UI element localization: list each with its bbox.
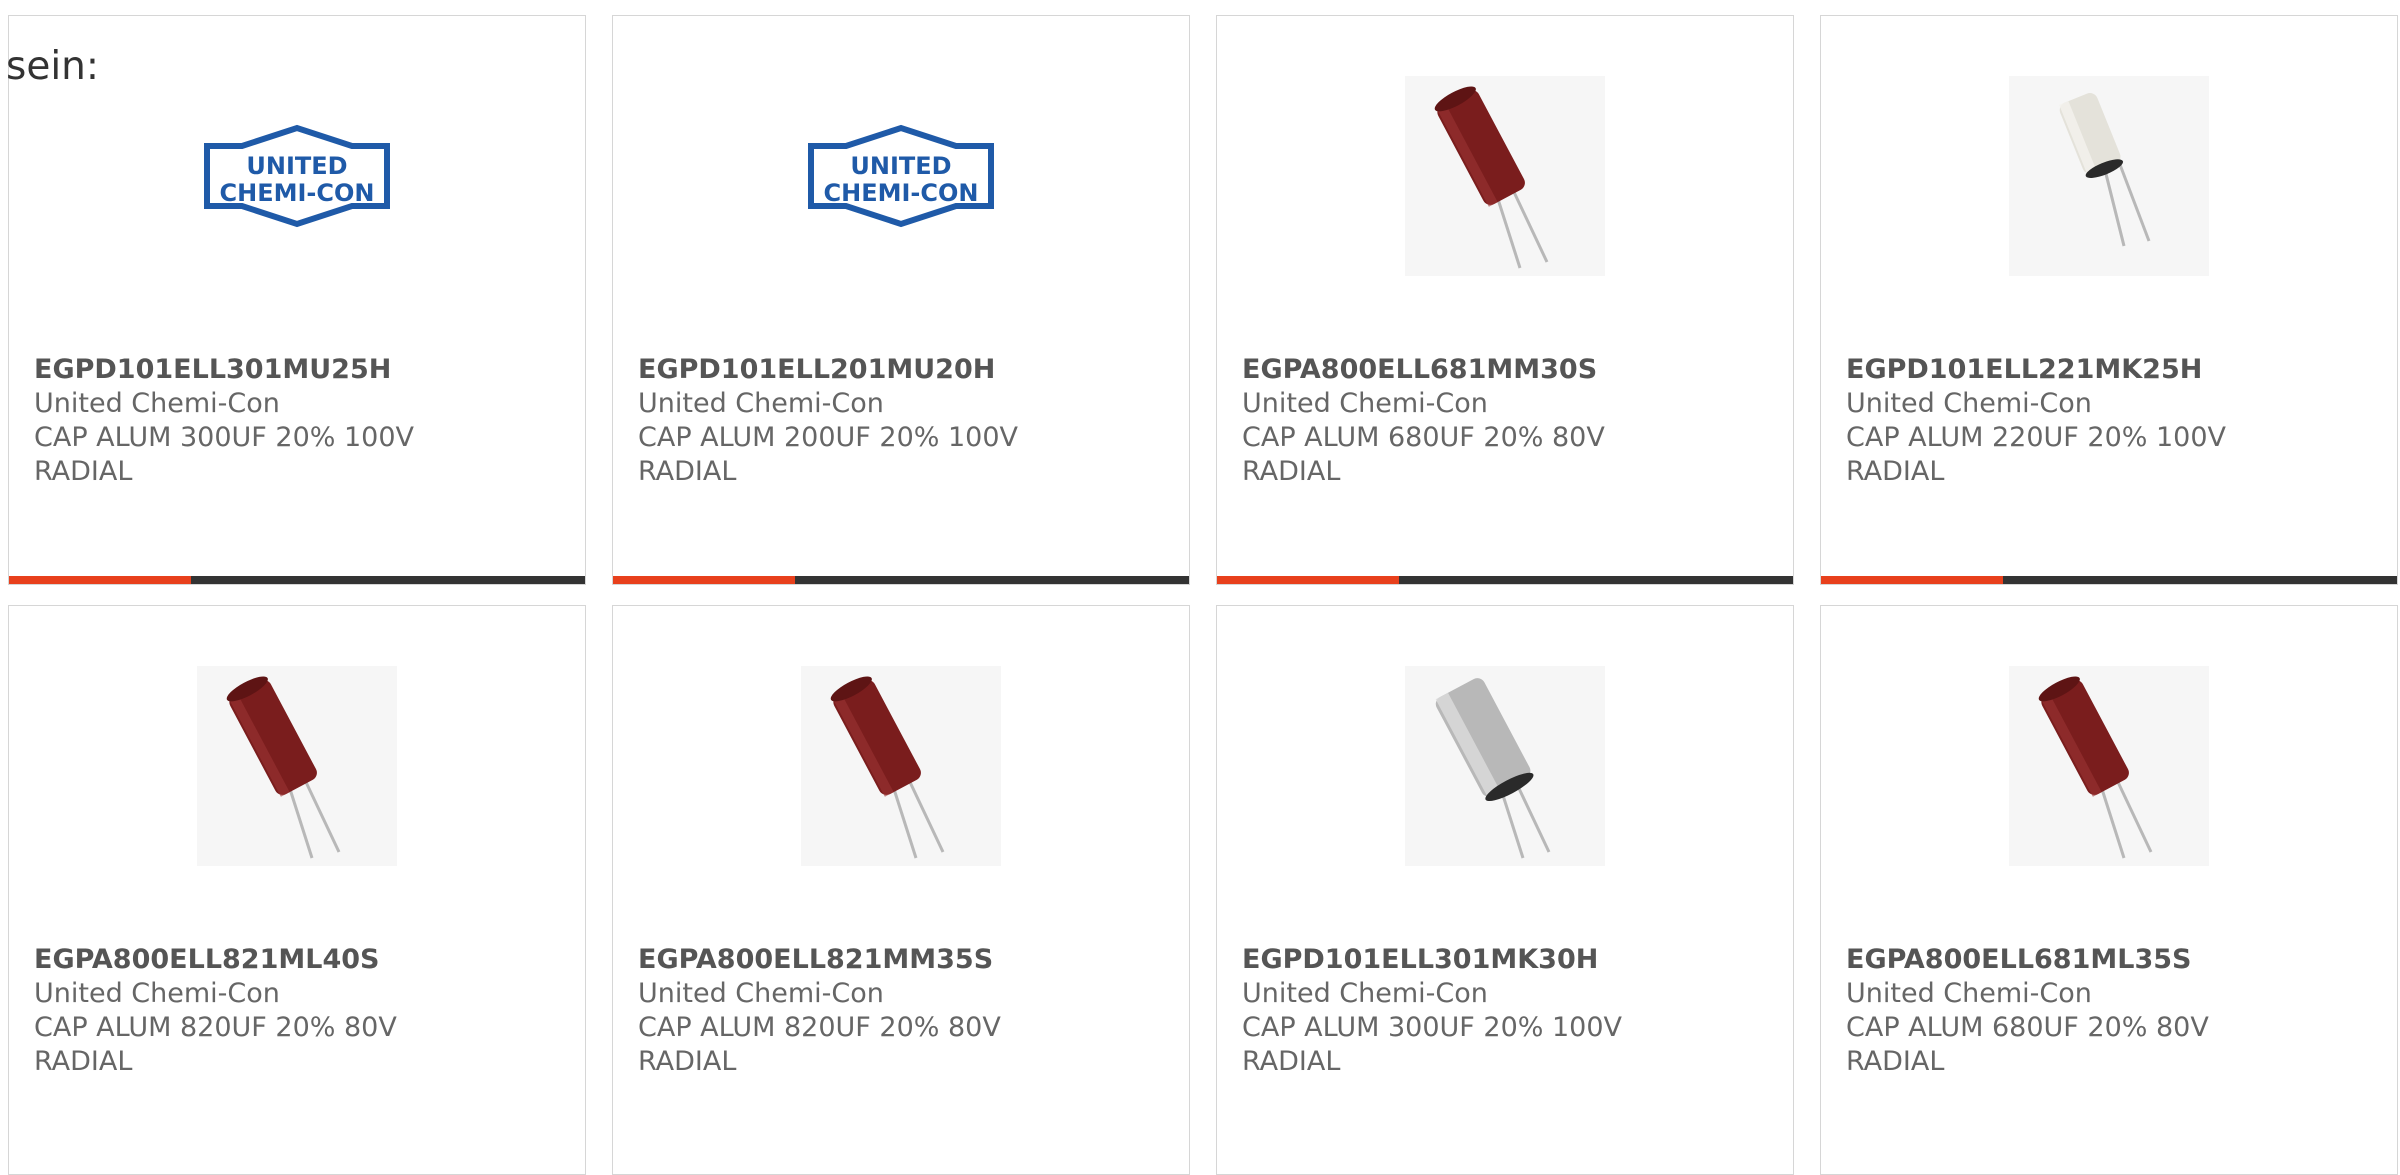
card-bottom-bar (613, 576, 1189, 584)
product-card[interactable]: UNITED CHEMI-CON EGPD101ELL301MU25H Unit… (8, 15, 586, 585)
product-description: CAP ALUM 300UF 20% 100V (1242, 1012, 1623, 1043)
part-number-link[interactable]: EGPD101ELL221MK25H (1846, 353, 2382, 387)
capacitor-image (1405, 76, 1605, 276)
capacitor-image (801, 666, 1001, 866)
product-card[interactable]: EGPA800ELL681ML35S United Chemi-Con CAP … (1820, 605, 2398, 1175)
part-number-link[interactable]: EGPD101ELL301MK30H (1242, 943, 1778, 977)
product-card[interactable]: EGPA800ELL821MM35S United Chemi-Con CAP … (612, 605, 1190, 1175)
package-type: RADIAL (1846, 456, 1945, 487)
product-card[interactable]: EGPD101ELL221MK25H United Chemi-Con CAP … (1820, 15, 2398, 585)
capacitor-image (197, 666, 397, 866)
product-grid: UNITED CHEMI-CON EGPD101ELL301MU25H Unit… (8, 15, 2398, 1175)
package-type: RADIAL (1242, 1046, 1341, 1077)
card-bottom-bar (1217, 576, 1793, 584)
manufacturer-name: United Chemi-Con (34, 388, 280, 419)
part-number-link[interactable]: EGPA800ELL681MM30S (1242, 353, 1778, 387)
package-type: RADIAL (34, 1046, 133, 1077)
product-description: CAP ALUM 680UF 20% 80V (1846, 1012, 2209, 1043)
part-number-link[interactable]: EGPA800ELL821ML40S (34, 943, 570, 977)
capacitor-image (1405, 666, 1605, 866)
manufacturer-name: United Chemi-Con (638, 978, 884, 1009)
capacitor-image (2009, 76, 2209, 276)
intro-text: sein: (6, 44, 100, 89)
product-description: CAP ALUM 300UF 20% 100V (34, 422, 415, 453)
package-type: RADIAL (638, 1046, 737, 1077)
product-description: CAP ALUM 200UF 20% 100V (638, 422, 1019, 453)
manufacturer-logo: UNITED CHEMI-CON (197, 76, 397, 276)
product-description: CAP ALUM 820UF 20% 80V (638, 1012, 1001, 1043)
manufacturer-name: United Chemi-Con (638, 388, 884, 419)
product-description: CAP ALUM 680UF 20% 80V (1242, 422, 1605, 453)
product-card[interactable]: EGPA800ELL821ML40S United Chemi-Con CAP … (8, 605, 586, 1175)
package-type: RADIAL (1846, 1046, 1945, 1077)
part-number-link[interactable]: EGPD101ELL201MU20H (638, 353, 1174, 387)
package-type: RADIAL (34, 456, 133, 487)
part-number-link[interactable]: EGPA800ELL821MM35S (638, 943, 1174, 977)
logo-line-2: CHEMI-CON (824, 179, 979, 207)
card-bottom-bar (9, 576, 585, 584)
part-number-link[interactable]: EGPA800ELL681ML35S (1846, 943, 2382, 977)
product-description: CAP ALUM 820UF 20% 80V (34, 1012, 397, 1043)
manufacturer-name: United Chemi-Con (34, 978, 280, 1009)
product-description: CAP ALUM 220UF 20% 100V (1846, 422, 2227, 453)
logo-line-2: CHEMI-CON (220, 179, 375, 207)
product-card[interactable]: EGPA800ELL681MM30S United Chemi-Con CAP … (1216, 15, 1794, 585)
product-card[interactable]: EGPD101ELL301MK30H United Chemi-Con CAP … (1216, 605, 1794, 1175)
capacitor-image (2009, 666, 2209, 866)
logo-line-1: UNITED (850, 152, 951, 180)
manufacturer-name: United Chemi-Con (1242, 388, 1488, 419)
logo-line-1: UNITED (246, 152, 347, 180)
manufacturer-name: United Chemi-Con (1846, 978, 2092, 1009)
manufacturer-logo: UNITED CHEMI-CON (801, 76, 1001, 276)
product-card[interactable]: UNITED CHEMI-CON EGPD101ELL201MU20H Unit… (612, 15, 1190, 585)
manufacturer-name: United Chemi-Con (1242, 978, 1488, 1009)
package-type: RADIAL (1242, 456, 1341, 487)
package-type: RADIAL (638, 456, 737, 487)
manufacturer-name: United Chemi-Con (1846, 388, 2092, 419)
card-bottom-bar (1821, 576, 2397, 584)
part-number-link[interactable]: EGPD101ELL301MU25H (34, 353, 570, 387)
